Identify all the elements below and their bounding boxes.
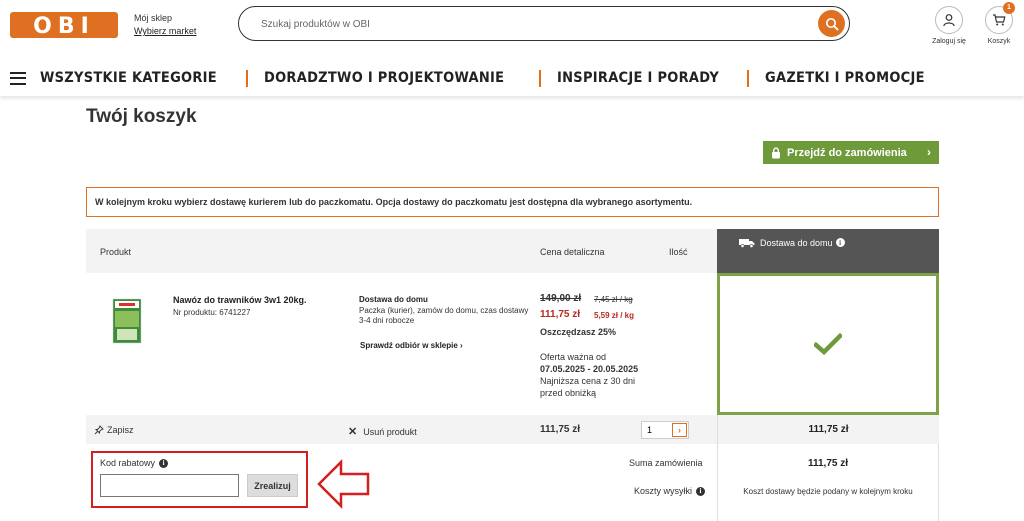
old-unit-price: 7,45 zł / kg (594, 295, 633, 304)
obi-logo[interactable]: OBI (10, 12, 118, 38)
old-price: 149,00 zł (540, 293, 582, 304)
savings-text: Oszczędzasz 25% (540, 327, 617, 337)
offer-dates: 07.05.2025 - 20.05.2025 (540, 364, 639, 374)
chevron-right-icon: › (927, 145, 931, 159)
info-icon[interactable]: i (835, 238, 845, 247)
quantity-chevron-icon[interactable]: › (672, 423, 687, 437)
header-home-delivery: Dostawa do domu i (717, 229, 939, 273)
header-product: Produkt (100, 247, 132, 257)
login-button[interactable]: Zaloguj się (929, 6, 969, 45)
row-total: 111,75 zł (540, 424, 581, 435)
order-sum-value: 111,75 zł (807, 458, 849, 469)
offer-valid-label: Oferta ważna od (540, 352, 607, 362)
product-name[interactable]: Nawóz do trawników 3w1 20kg. (173, 295, 307, 305)
site-header: OBI Mój sklep Wybierz market Zaloguj się (0, 0, 1024, 96)
search-bar (238, 6, 850, 41)
home-delivery-selected-cell[interactable] (717, 273, 939, 415)
product-image[interactable] (111, 297, 143, 345)
search-button[interactable] (818, 10, 845, 37)
close-icon: ✕ (348, 426, 358, 438)
user-icon (943, 14, 955, 27)
search-input[interactable] (261, 15, 801, 33)
info-icon[interactable]: i (696, 486, 706, 496)
shipping-cost-label: Koszty wysyłki i (634, 486, 706, 496)
check-store-pickup-link[interactable]: Sprawdź odbiór w sklepie › (360, 341, 463, 350)
lock-icon (771, 146, 781, 159)
table-header: Produkt Cena detaliczna Ilość (86, 229, 717, 273)
nav-separator (246, 69, 249, 87)
left-arrow-icon (317, 458, 370, 510)
pin-icon (94, 425, 104, 435)
nav-item-advice[interactable]: DORADZTWO I PROJEKTOWANIE (264, 70, 504, 86)
lowest-price-note: Najniższa cena z 30 dni przed obniżką (540, 376, 636, 398)
offer-info: Oferta ważna od 07.05.2025 - 20.05.2025 … (540, 351, 660, 399)
home-delivery-label: Dostawa do domu (760, 238, 833, 248)
nav-separator (538, 69, 541, 87)
order-sum-label: Suma zamówienia (629, 458, 703, 468)
cart-button[interactable]: 1 Koszyk (979, 2, 1019, 45)
delivery-description: Paczka (kurier), zamów do domu, czas dos… (359, 306, 529, 325)
search-icon (825, 17, 838, 30)
cart-icon (993, 14, 1006, 26)
highlight-frame (91, 451, 308, 508)
truck-icon (739, 238, 755, 248)
nav-separator (747, 69, 750, 87)
delivery-total: 111,75 zł (717, 415, 939, 444)
nav-item-all-categories[interactable]: WSZYSTKIE KATEGORIE (40, 70, 217, 86)
nav-item-inspirations[interactable]: INSPIRACJE I PORADY (557, 70, 719, 86)
quantity-stepper: › (641, 421, 689, 439)
shipping-cost-value: Koszt dostawy będzie podany w kolejnym k… (743, 487, 913, 496)
save-for-later-button[interactable]: Zapisz (94, 425, 134, 435)
choose-market-link[interactable]: Wybierz market (134, 25, 196, 38)
product-number: Nr produktu: 6741227 (173, 308, 251, 317)
header-qty: Ilość (669, 247, 688, 257)
delivery-notice: W kolejnym kroku wybierz dostawę kuriere… (86, 187, 939, 217)
checkmark-icon (814, 333, 842, 355)
new-unit-price: 5,59 zł / kg (594, 311, 635, 320)
remove-product-button[interactable]: ✕ Usuń produkt (348, 425, 417, 438)
page-title: Twój koszyk (86, 106, 197, 127)
cart-label: Koszyk (987, 38, 1011, 45)
checkout-button[interactable]: Przejdź do zamówienia › (763, 141, 939, 164)
new-price: 111,75 zł (540, 309, 581, 320)
menu-icon[interactable] (10, 71, 26, 85)
delivery-title: Dostawa do domu (359, 295, 428, 304)
header-price: Cena detaliczna (540, 247, 605, 257)
store-selector: Mój sklep Wybierz market (134, 12, 196, 38)
main-nav: WSZYSTKIE KATEGORIE DORADZTWO I PROJEKTO… (10, 67, 937, 89)
quantity-input[interactable] (642, 422, 670, 438)
obi-logo-graphic: OBI (10, 12, 118, 38)
my-store-label: Mój sklep (134, 13, 173, 23)
save-label: Zapisz (107, 425, 134, 435)
remove-label: Usuń produkt (363, 426, 417, 437)
nav-item-leaflets[interactable]: GAZETKI I PROMOCJE (765, 70, 925, 86)
chevron-right-icon: › (460, 341, 463, 350)
login-label: Zaloguj się (932, 38, 966, 45)
svg-text:OBI: OBI (33, 14, 95, 38)
check-store-label: Sprawdź odbiór w sklepie (360, 341, 458, 350)
item-actions-row: Zapisz ✕ Usuń produkt 111,75 zł › (86, 415, 717, 444)
cart-count-badge: 1 (1003, 2, 1015, 14)
checkout-button-label: Przejdź do zamówienia (787, 146, 907, 159)
summary-right-panel (717, 444, 939, 521)
